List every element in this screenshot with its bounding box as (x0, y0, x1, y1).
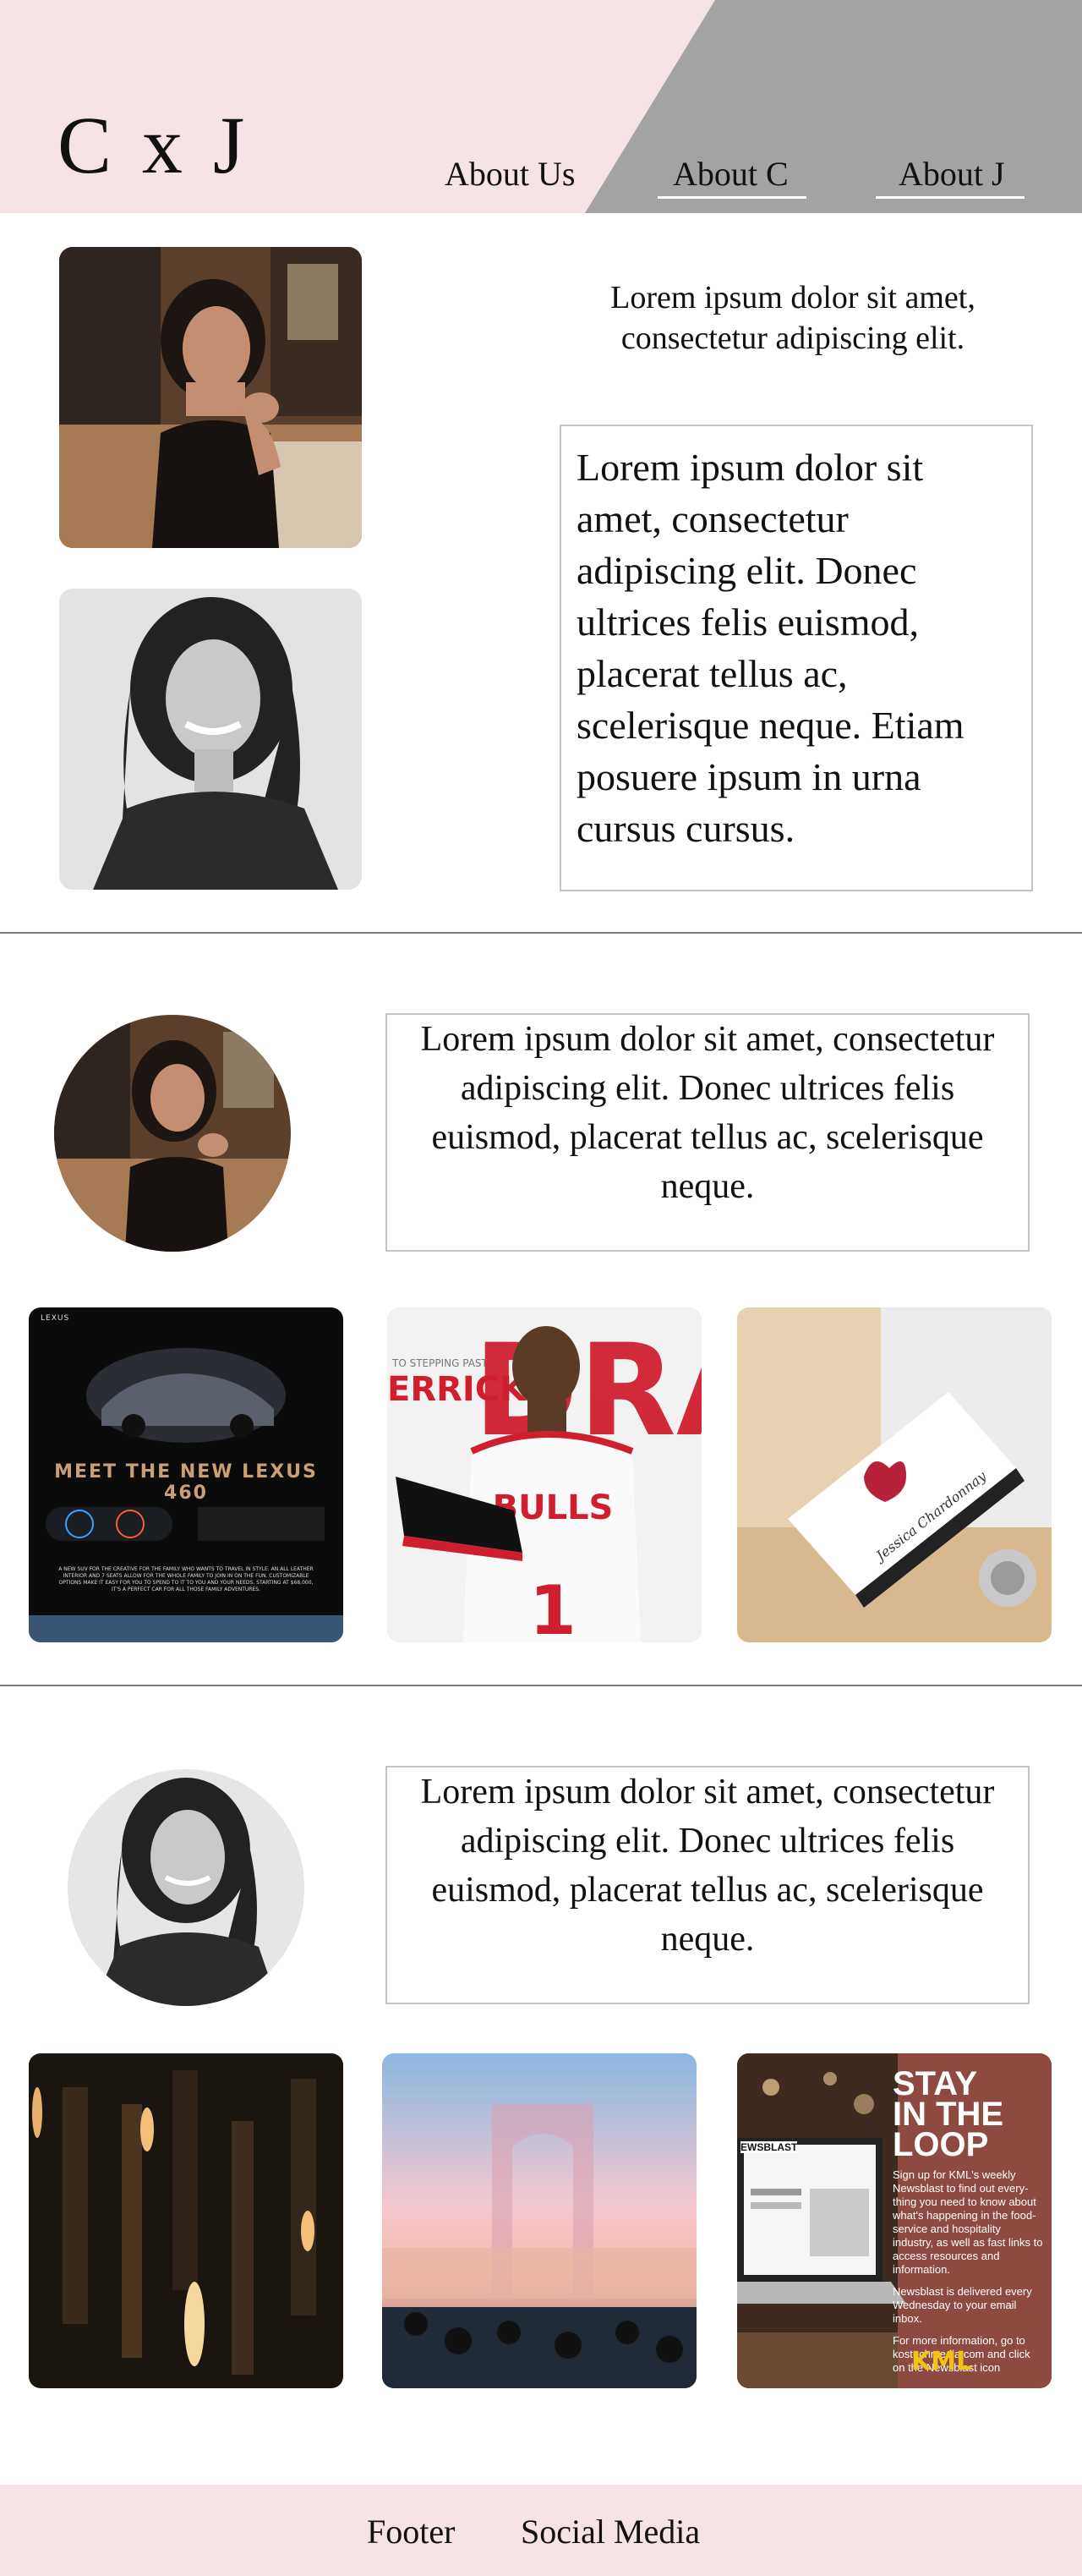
nav-about-us[interactable]: About Us (445, 157, 575, 191)
lexus-brand-text: LEXUS (41, 1314, 70, 1323)
intro-text-box: Lorem ipsum dolor sit amet, consectetur … (560, 425, 1033, 891)
portrait-j-bw (59, 589, 362, 890)
intro-tagline: Lorem ipsum dolor sit amet, consectetur … (610, 280, 975, 356)
kml-ad-text: STAY IN THE LOOP Sign up for KML's weekl… (893, 2065, 1043, 2375)
site-footer: Footer Social Media (0, 2485, 1082, 2576)
work-kml-newsblast-ad[interactable]: EWSBLAST STAY IN THE LOOP Sign up for KM… (737, 2053, 1052, 2388)
work-candles-photo[interactable] (29, 2053, 343, 2388)
drose-name: ERRICK (387, 1370, 527, 1409)
kml-para-2: Newsblast is delivered every Wednesday t… (893, 2285, 1032, 2325)
footer-link[interactable]: Footer (367, 2515, 455, 2549)
lexus-headline: MEET THE NEW LEXUS 460 (54, 1461, 318, 1504)
lexus-copy: A NEW SUV FOR THE CREATIVE FOR THE FAMIL… (58, 1566, 314, 1592)
drose-kicker: TO STEPPING PAST (391, 1357, 489, 1369)
kml-headline-2: IN THE (893, 2096, 1004, 2133)
work-lexus-ad[interactable]: LEXUS MEET THE NEW LEXUS 460 A NEW SUV F… (29, 1307, 343, 1642)
nav-about-j[interactable]: About J (899, 157, 1005, 191)
kml-screen-label: EWSBLAST (740, 2141, 798, 2153)
section-divider (0, 1685, 1082, 1686)
avatar-j (68, 1769, 304, 2006)
nav-about-c[interactable]: About C (673, 157, 789, 191)
about-j-bio: Lorem ipsum dolor sit amet, consectetur … (385, 1766, 1030, 2004)
drose-jersey-number: 1 (529, 1571, 577, 1642)
kml-para-1: Sign up for KML's weekly Newsblast to fi… (893, 2168, 1043, 2276)
section-divider (0, 932, 1082, 934)
site-logo[interactable]: C x J (57, 105, 249, 186)
work-business-card[interactable]: Jessica Chardonnay (737, 1307, 1052, 1642)
site-header: C x J About Us About C About J (0, 0, 1082, 213)
kml-headline-3: LOOP (893, 2126, 989, 2163)
avatar-c (54, 1015, 291, 1252)
nav-about-c-underline (658, 196, 806, 199)
work-drose-ad[interactable]: DRA ERRICK TO STEPPING PAST BULLS 1 (387, 1307, 702, 1642)
kml-headline-1: STAY (893, 2065, 978, 2102)
work-bridge-collage[interactable] (382, 2053, 697, 2388)
social-media-link[interactable]: Social Media (521, 2515, 700, 2549)
about-c-bio: Lorem ipsum dolor sit amet, consectetur … (385, 1013, 1030, 1252)
portrait-c-color (59, 247, 362, 548)
nav-about-j-underline (876, 196, 1025, 199)
kml-logo: KML (911, 2347, 973, 2376)
